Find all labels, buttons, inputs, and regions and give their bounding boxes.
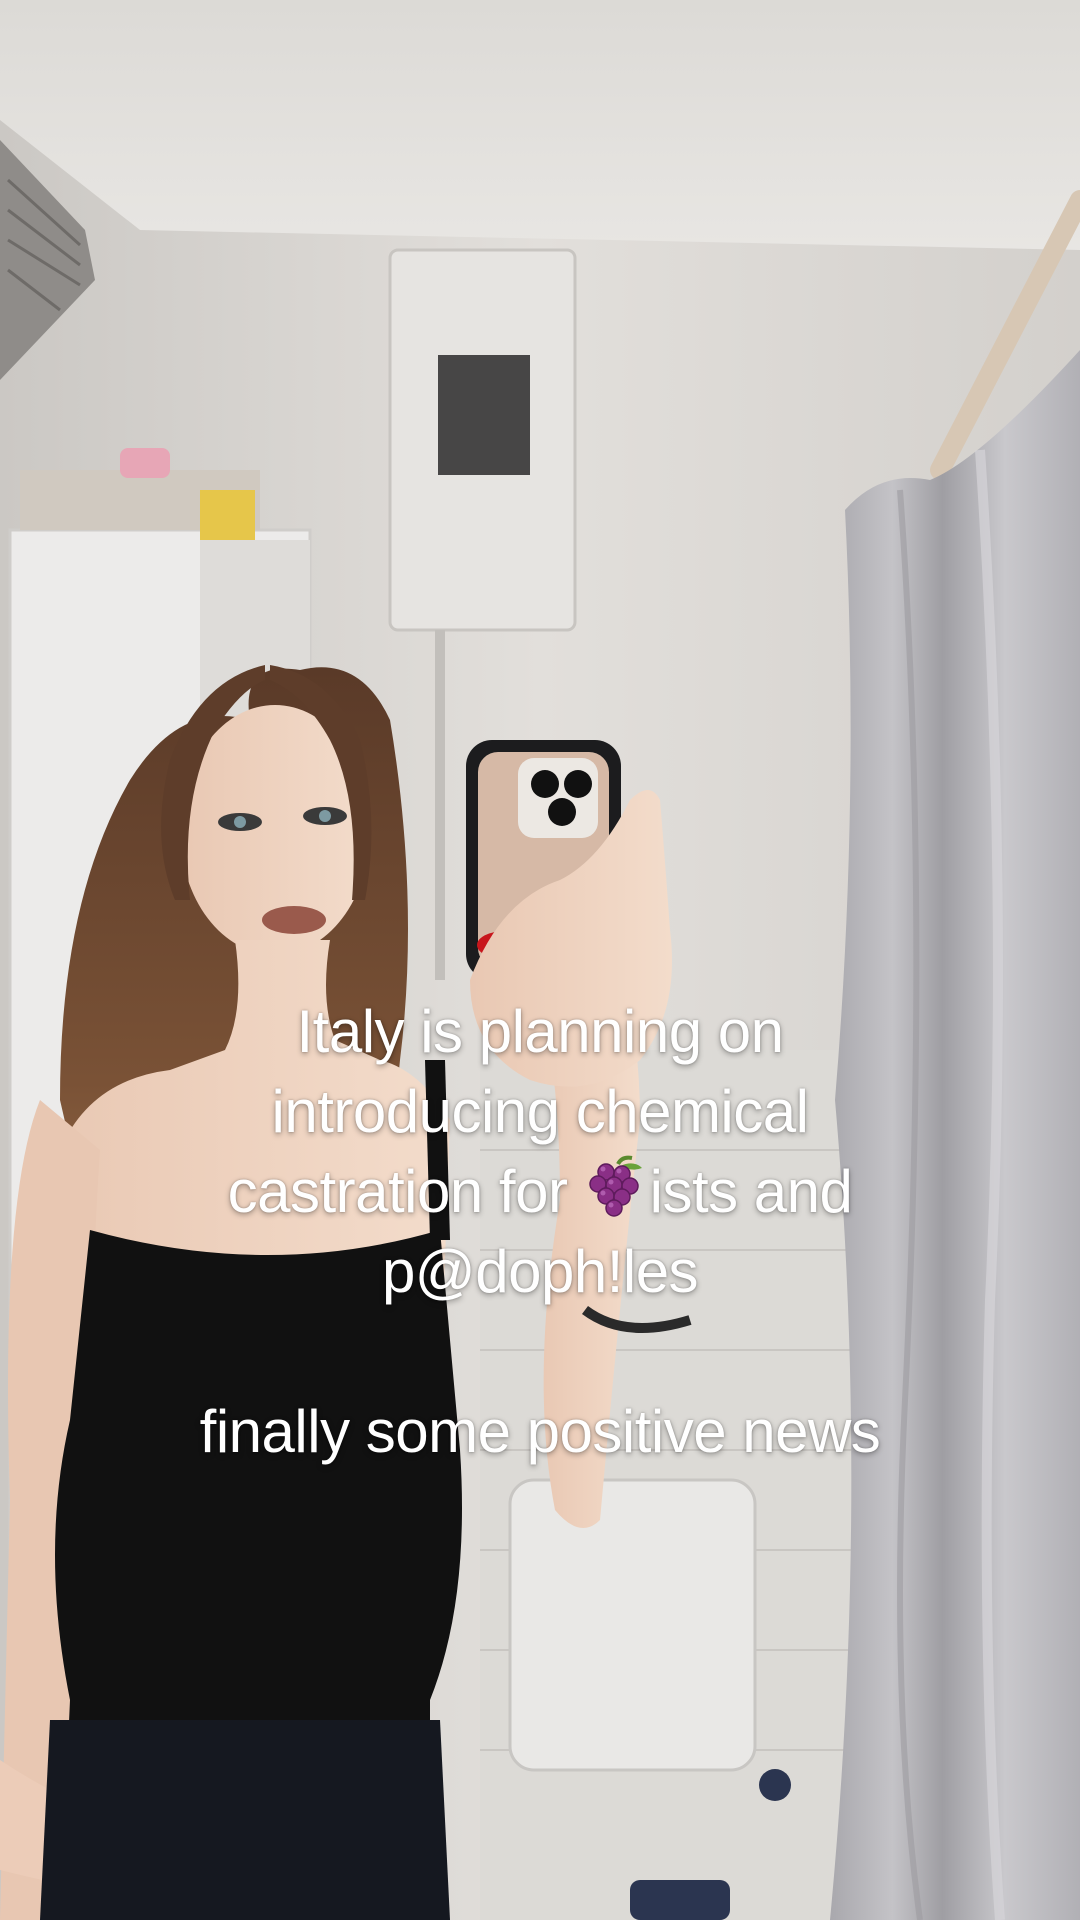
mirror-selfie-photo: [0, 0, 1080, 1920]
caption-line-3-end: ists and: [649, 1158, 853, 1225]
caption-line-5: finally some positive news: [199, 1398, 881, 1465]
video-frame: Italy is planning on introducing chemica…: [0, 0, 1080, 1920]
caption-line-4: p@doph!les: [381, 1238, 699, 1305]
caption-line-2: introducing chemical: [271, 1078, 809, 1145]
caption-line-1: Italy is planning on: [296, 998, 785, 1065]
caption-line-3: castration for ists and: [0, 1152, 1080, 1232]
grapes-emoji-icon: [588, 1155, 642, 1217]
caption-block: Italy is planning on introducing chemica…: [0, 992, 1080, 1472]
caption-line-3-start: castration for: [227, 1158, 584, 1225]
